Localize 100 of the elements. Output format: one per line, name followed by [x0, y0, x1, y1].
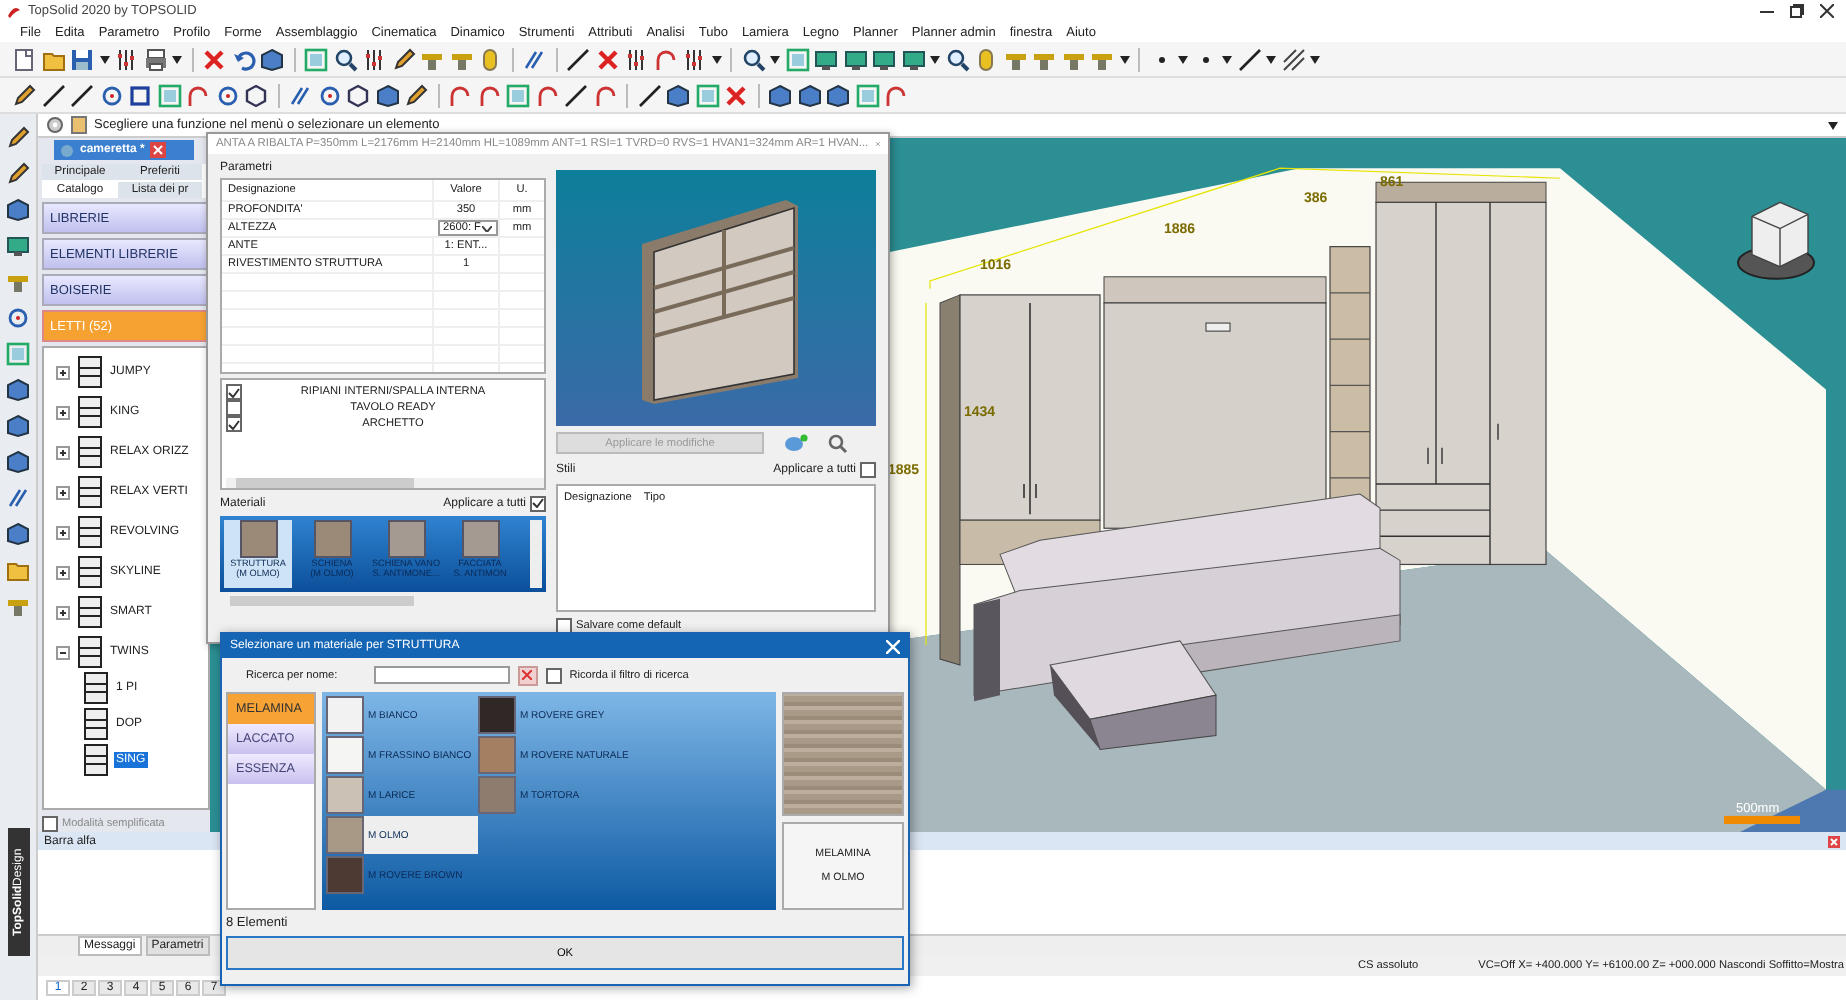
- expand-icon[interactable]: [56, 525, 70, 539]
- dropdown-caret-icon[interactable]: [1828, 121, 1838, 129]
- checkbox[interactable]: [226, 384, 242, 400]
- expand-icon[interactable]: [56, 485, 70, 499]
- navigation-cube-icon[interactable]: [1737, 201, 1815, 280]
- checkbox[interactable]: [42, 815, 58, 831]
- zoom-icon[interactable]: [945, 47, 969, 71]
- monitor-icon[interactable]: [814, 47, 838, 71]
- gear-icon[interactable]: [46, 116, 64, 134]
- expand-icon[interactable]: [56, 365, 70, 379]
- arc-icon[interactable]: [448, 83, 472, 107]
- scale-bar: [1724, 815, 1800, 824]
- line-icon[interactable]: [41, 83, 65, 107]
- printer-icon[interactable]: [143, 47, 167, 71]
- pencil-icon[interactable]: [404, 83, 428, 107]
- cabinet-icon: [84, 744, 108, 776]
- cabinet-icon: [84, 708, 108, 740]
- arc-icon[interactable]: [884, 83, 908, 107]
- zoom-icon[interactable]: [741, 47, 765, 71]
- pencil-icon[interactable]: [6, 126, 30, 150]
- expand-icon[interactable]: [56, 565, 70, 579]
- checkbox[interactable]: [226, 416, 242, 432]
- line-icon[interactable]: [637, 83, 661, 107]
- line-icon[interactable]: [70, 83, 94, 107]
- hatch-icon[interactable]: [1281, 47, 1305, 71]
- restore-icon[interactable]: [1790, 4, 1804, 18]
- dropdown-caret-icon[interactable]: [99, 55, 109, 63]
- cabinet-icon: [78, 396, 102, 428]
- dropdown-caret-icon[interactable]: [1119, 55, 1129, 63]
- sliders-icon[interactable]: [624, 47, 648, 71]
- expand-icon[interactable]: [56, 605, 70, 619]
- arc-icon[interactable]: [186, 83, 210, 107]
- sliders-icon[interactable]: [114, 47, 138, 71]
- search-field[interactable]: [373, 666, 510, 684]
- dropdown-caret-icon[interactable]: [172, 55, 182, 63]
- checkbox[interactable]: [545, 667, 562, 683]
- close-icon[interactable]: [1820, 4, 1834, 18]
- folder-icon[interactable]: [6, 558, 30, 582]
- monitor-icon[interactable]: [6, 234, 30, 258]
- expand-icon[interactable]: [56, 405, 70, 419]
- arc-icon[interactable]: [593, 83, 617, 107]
- hexagon-icon[interactable]: [346, 83, 370, 107]
- delete-icon[interactable]: [595, 47, 619, 71]
- dropdown-caret-icon[interactable]: [1222, 55, 1232, 63]
- material-preview: [782, 692, 904, 816]
- dropdown-caret-icon[interactable]: [1310, 55, 1320, 63]
- circle-icon[interactable]: [99, 83, 123, 107]
- arc-icon[interactable]: [477, 83, 501, 107]
- cabinet-icon: [78, 476, 102, 508]
- monitor-icon[interactable]: [843, 47, 867, 71]
- new-file-icon[interactable]: [12, 47, 36, 71]
- monitor-icon[interactable]: [901, 47, 925, 71]
- frame-icon[interactable]: [6, 342, 30, 366]
- frame-icon[interactable]: [506, 83, 530, 107]
- clear-search-button[interactable]: [517, 665, 538, 685]
- sliders-icon[interactable]: [682, 47, 706, 71]
- circle-icon[interactable]: [317, 83, 341, 107]
- delete-icon[interactable]: [202, 47, 226, 71]
- expand-icon[interactable]: [56, 445, 70, 459]
- checkbox[interactable]: [860, 461, 876, 477]
- undo-icon[interactable]: [231, 47, 255, 71]
- pencil-icon[interactable]: [6, 162, 30, 186]
- parallel-lines-icon[interactable]: [6, 486, 30, 510]
- cabinet-icon: [78, 596, 102, 628]
- arc-icon[interactable]: [535, 83, 559, 107]
- document-icon[interactable]: [70, 116, 88, 134]
- cabinet-icon: [84, 672, 108, 704]
- vertical-scrollbar[interactable]: [530, 520, 542, 588]
- parallel-lines-icon[interactable]: [522, 47, 546, 71]
- dropdown-caret-icon[interactable]: [711, 55, 721, 63]
- cabinet-icon: [78, 556, 102, 588]
- dropdown-caret-icon[interactable]: [1178, 55, 1188, 63]
- chat-bubble-icon[interactable]: [784, 433, 808, 453]
- monitor-icon[interactable]: [872, 47, 896, 71]
- folder-icon[interactable]: [41, 47, 65, 71]
- zoom-icon[interactable]: [333, 47, 357, 71]
- hexagon-icon[interactable]: [244, 83, 268, 107]
- app-logo-icon: [6, 3, 22, 19]
- pencil-icon[interactable]: [12, 83, 36, 107]
- square-icon[interactable]: [128, 83, 152, 107]
- dropdown-caret-icon[interactable]: [930, 55, 940, 63]
- save-icon[interactable]: [70, 47, 94, 71]
- parallel-lines-icon[interactable]: [288, 83, 312, 107]
- circle-icon[interactable]: [6, 306, 30, 330]
- delete-icon[interactable]: [724, 83, 748, 107]
- line-icon[interactable]: [564, 83, 588, 107]
- dropdown-caret-icon[interactable]: [770, 55, 780, 63]
- horizontal-scrollbar[interactable]: [226, 478, 544, 488]
- arc-icon[interactable]: [653, 47, 677, 71]
- line-icon[interactable]: [1237, 47, 1261, 71]
- search-icon[interactable]: [828, 433, 848, 453]
- document-tab-icon: [60, 143, 74, 157]
- collapse-icon[interactable]: [56, 645, 70, 659]
- line-icon[interactable]: [566, 47, 590, 71]
- checkbox[interactable]: [530, 495, 546, 511]
- pencil-icon[interactable]: [391, 47, 415, 71]
- sliders-icon[interactable]: [362, 47, 386, 71]
- circle-icon[interactable]: [215, 83, 239, 107]
- checkbox[interactable]: [226, 400, 242, 416]
- dropdown-caret-icon[interactable]: [1266, 55, 1276, 63]
